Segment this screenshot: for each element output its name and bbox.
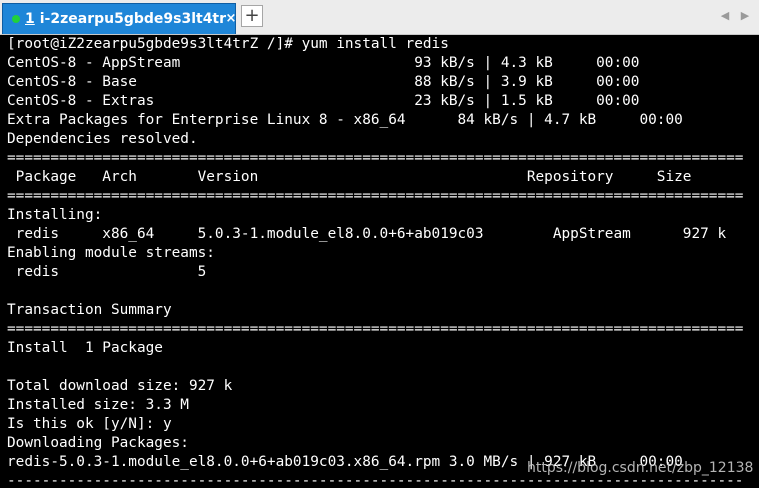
terminal-line: Is this ok [y/N]: y bbox=[7, 416, 172, 432]
terminal-separator: ========================================… bbox=[7, 321, 744, 337]
terminal-line: Dependencies resolved. bbox=[7, 131, 198, 147]
terminal-line: CentOS-8 - Base 88 kB/s | 3.9 kB 00:00 bbox=[7, 74, 640, 90]
table-row: redis 5 bbox=[7, 264, 207, 280]
terminal-line: Enabling module streams: bbox=[7, 245, 215, 261]
watermark-text: https://blog.csdn.net/zbp_12138 bbox=[527, 460, 754, 476]
terminal-line: Installed size: 3.3 M bbox=[7, 397, 189, 413]
terminal-separator: ========================================… bbox=[7, 188, 744, 204]
connection-status-icon bbox=[12, 15, 20, 23]
tab-title: i-2zearpu5gbde9s3lt4tr bbox=[39, 11, 227, 27]
tab-bar: 1 i-2zearpu5gbde9s3lt4tr × + ◀ ▶ bbox=[0, 0, 759, 35]
terminal-separator: ========================================… bbox=[7, 150, 744, 166]
table-header: Package Arch Version Repository Size bbox=[7, 169, 692, 185]
scroll-tabs-left-icon[interactable]: ◀ bbox=[718, 9, 732, 23]
close-tab-icon[interactable]: × bbox=[224, 12, 238, 26]
table-row: redis x86_64 5.0.3-1.module_el8.0.0+6+ab… bbox=[7, 226, 727, 242]
new-tab-button[interactable]: + bbox=[241, 5, 263, 27]
terminal-line: [root@iZ2zearpu5gbde9s3lt4trZ /]# yum in… bbox=[7, 36, 449, 52]
terminal-line: Installing: bbox=[7, 207, 103, 223]
terminal-line: CentOS-8 - AppStream 93 kB/s | 4.3 kB 00… bbox=[7, 55, 640, 71]
scroll-tabs-right-icon[interactable]: ▶ bbox=[738, 9, 752, 23]
session-tab[interactable]: 1 i-2zearpu5gbde9s3lt4tr × bbox=[2, 3, 236, 34]
terminal-line: Install 1 Package bbox=[7, 340, 163, 356]
terminal-line: Transaction Summary bbox=[7, 302, 172, 318]
terminal-line: Extra Packages for Enterprise Linux 8 - … bbox=[7, 112, 683, 128]
tab-index: 1 bbox=[25, 11, 35, 27]
terminal-line: Downloading Packages: bbox=[7, 435, 189, 451]
terminal-line: Total download size: 927 k bbox=[7, 378, 233, 394]
terminal-output[interactable]: [root@iZ2zearpu5gbde9s3lt4trZ /]# yum in… bbox=[0, 35, 759, 488]
terminal-line: CentOS-8 - Extras 23 kB/s | 1.5 kB 00:00 bbox=[7, 93, 640, 109]
